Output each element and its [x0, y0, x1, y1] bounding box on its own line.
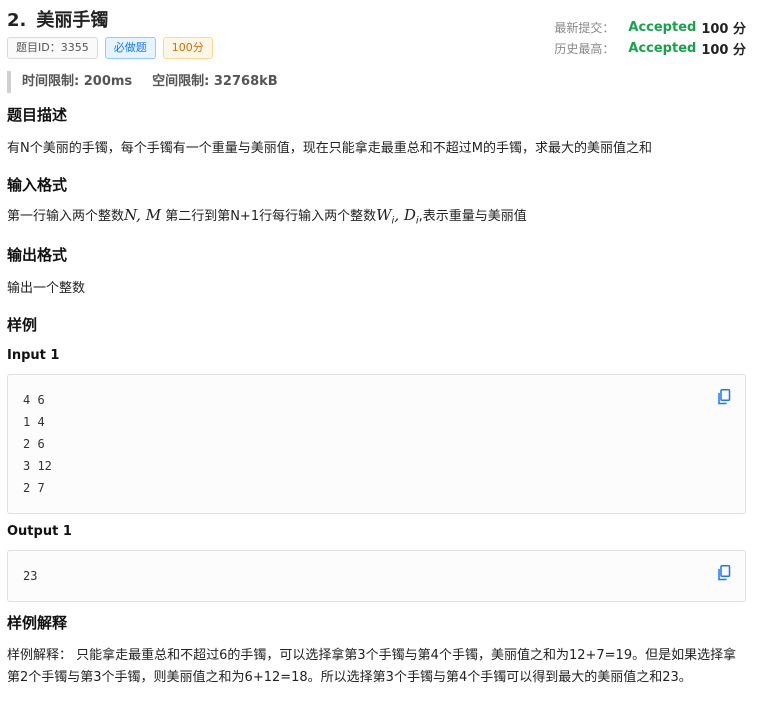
description-text: 有N个美丽的手镯，每个手镯有一个重量与美丽值，现在只能拿走最重总和不超过M的手镯… [7, 141, 652, 156]
sample-input-box: 4 6 1 4 2 6 3 12 2 7 [7, 374, 746, 514]
latest-submission-row: 最新提交： Accepted 100 分 [554, 17, 746, 38]
input-format-math-w: W [376, 206, 392, 224]
required-tag: 必做题 [104, 37, 156, 59]
copy-icon[interactable] [717, 565, 731, 581]
submission-status: 最新提交： Accepted 100 分 历史最高： Accepted 100 … [554, 17, 746, 59]
problem-tags: 题目ID：3355 必做题 100分 [7, 37, 213, 59]
explanation-text: 样例解释： 只能拿走最重总和不超过6的手镯，可以选择拿第3个手镯与第4个手镯，美… [7, 648, 737, 685]
problem-id-tag: 题目ID：3355 [7, 37, 98, 59]
best-submission-label: 历史最高： [554, 42, 615, 56]
latest-submission-points: 100 分 [701, 22, 746, 37]
best-submission-points: 100 分 [701, 43, 746, 58]
input-format-part2: 第二行到第N+1行每行输入两个整数 [161, 209, 377, 224]
memory-limit: 空间限制: 32768kB [152, 74, 278, 89]
score-tag: 100分 [162, 37, 213, 59]
input-format-part1: 第一行输入两个整数 [7, 209, 125, 224]
limits-bar: 时间限制: 200ms 空间限制: 32768kB [7, 71, 278, 93]
input-format-math-nm: N, M [124, 206, 162, 224]
latest-submission-result[interactable]: Accepted [628, 20, 696, 35]
time-limit: 时间限制: 200ms [22, 74, 133, 89]
sample-input-label: Input 1 [7, 348, 60, 363]
output-format-text: 输出一个整数 [7, 281, 86, 296]
input-format-text: 第一行输入两个整数N, M 第二行到第N+1行每行输入两个整数Wi, Di,表示… [7, 205, 527, 227]
problem-number: 2. [7, 10, 27, 31]
explanation-heading: 样例解释 [7, 614, 68, 632]
problem-name: 美丽手镯 [36, 10, 109, 31]
output-format-heading: 输出格式 [7, 246, 68, 264]
best-submission-result[interactable]: Accepted [628, 41, 696, 56]
best-submission-row: 历史最高： Accepted 100 分 [554, 38, 746, 59]
sample-output-text[interactable]: 23 [23, 565, 730, 587]
latest-submission-label: 最新提交： [554, 21, 615, 35]
input-format-math-d: , D [394, 206, 416, 224]
input-format-heading: 输入格式 [7, 176, 68, 194]
problem-title: 2. 美丽手镯 [7, 6, 108, 32]
copy-icon[interactable] [717, 389, 731, 405]
sample-output-label: Output 1 [7, 524, 72, 539]
sample-heading: 样例 [7, 316, 38, 334]
description-heading: 题目描述 [7, 106, 68, 124]
input-format-part3: ,表示重量与美丽值 [418, 209, 527, 224]
sample-output-box: 23 [7, 550, 746, 602]
sample-input-text[interactable]: 4 6 1 4 2 6 3 12 2 7 [23, 389, 730, 499]
